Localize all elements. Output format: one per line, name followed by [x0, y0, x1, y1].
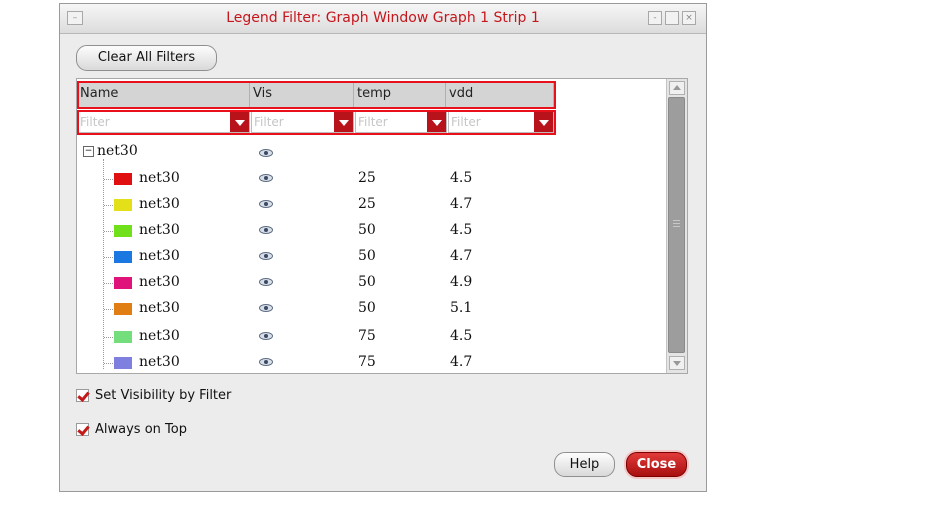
tree-connector [104, 283, 113, 284]
row-vdd: 4.9 [450, 274, 473, 290]
tree-connector [104, 337, 113, 338]
row-vdd: 4.5 [450, 328, 473, 344]
row-name: net30 [139, 300, 180, 316]
scrollbar-thumb[interactable] [668, 97, 685, 353]
visibility-eye-icon[interactable] [259, 332, 273, 340]
table-row[interactable]: net30 50 4.7 [77, 245, 677, 269]
row-name: net30 [139, 222, 180, 238]
visibility-eye-icon[interactable] [259, 358, 273, 366]
tree-root-label: net30 [97, 143, 138, 159]
tree-connector [104, 363, 113, 364]
row-name: net30 [139, 248, 180, 264]
row-name: net30 [139, 328, 180, 344]
row-temp: 25 [358, 170, 376, 186]
legend-table: Name Vis temp vdd Filter Filter Filter F… [76, 78, 688, 374]
grip-line [673, 223, 680, 224]
set-visibility-checkbox[interactable] [76, 389, 89, 402]
color-swatch [114, 331, 132, 343]
table-row[interactable]: net30 50 4.5 [77, 219, 677, 243]
maximize-icon[interactable] [665, 11, 679, 25]
set-visibility-option[interactable]: Set Visibility by Filter [76, 388, 231, 403]
visibility-eye-icon[interactable] [259, 304, 273, 312]
minimize-icon[interactable]: - [648, 11, 662, 25]
row-vdd: 4.5 [450, 170, 473, 186]
color-swatch [114, 303, 132, 315]
color-swatch [114, 251, 132, 263]
header-highlight-box [77, 81, 556, 109]
table-row[interactable]: net30 25 4.5 [77, 167, 677, 191]
window-title: Legend Filter: Graph Window Graph 1 Stri… [226, 10, 540, 26]
tree-connector [104, 231, 113, 232]
row-name: net30 [139, 170, 180, 186]
filter-highlight-box [77, 110, 556, 135]
help-button[interactable]: Help [554, 452, 615, 477]
row-vdd: 4.7 [450, 354, 473, 370]
row-name: net30 [139, 274, 180, 290]
always-on-top-option[interactable]: Always on Top [76, 422, 187, 437]
visibility-eye-icon[interactable] [259, 226, 273, 234]
visibility-eye-icon[interactable] [259, 200, 273, 208]
tree-root[interactable]: − net30 [83, 143, 138, 159]
tree-connector [104, 205, 113, 206]
row-name: net30 [139, 354, 180, 370]
tree-connector [104, 309, 113, 310]
collapse-icon[interactable]: − [83, 146, 94, 157]
grip-line [673, 226, 680, 227]
color-swatch [114, 277, 132, 289]
title-bar[interactable]: – Legend Filter: Graph Window Graph 1 St… [60, 4, 706, 34]
always-on-top-checkbox[interactable] [76, 423, 89, 436]
scroll-up-icon[interactable] [669, 81, 685, 95]
grip-line [673, 220, 680, 221]
legend-filter-dialog: – Legend Filter: Graph Window Graph 1 St… [59, 3, 707, 492]
table-row[interactable]: net30 75 4.5 [77, 325, 677, 349]
visibility-eye-icon[interactable] [259, 252, 273, 260]
clear-all-filters-button[interactable]: Clear All Filters [76, 45, 217, 71]
row-vdd: 5.1 [450, 300, 473, 316]
visibility-eye-icon[interactable] [259, 278, 273, 286]
row-temp: 50 [358, 222, 376, 238]
table-row[interactable]: net30 50 5.1 [77, 297, 677, 321]
color-swatch [114, 199, 132, 211]
color-swatch [114, 225, 132, 237]
row-temp: 75 [358, 328, 376, 344]
tree-connector [104, 179, 113, 180]
table-row[interactable]: net30 50 4.9 [77, 271, 677, 295]
row-temp: 25 [358, 196, 376, 212]
tree-connector [104, 257, 113, 258]
row-temp: 75 [358, 354, 376, 370]
row-name: net30 [139, 196, 180, 212]
close-x-icon[interactable]: × [682, 11, 696, 25]
row-temp: 50 [358, 274, 376, 290]
always-on-top-label: Always on Top [95, 422, 187, 437]
close-button[interactable]: Close [626, 452, 687, 477]
table-row[interactable]: net30 25 4.7 [77, 193, 677, 217]
visibility-eye-icon[interactable] [259, 149, 273, 157]
row-vdd: 4.7 [450, 248, 473, 264]
set-visibility-label: Set Visibility by Filter [95, 388, 232, 403]
visibility-eye-icon[interactable] [259, 174, 273, 182]
table-row[interactable]: net30 75 4.7 [77, 351, 677, 373]
vertical-scrollbar[interactable] [666, 79, 687, 373]
row-temp: 50 [358, 300, 376, 316]
scroll-down-icon[interactable] [669, 356, 685, 370]
row-vdd: 4.7 [450, 196, 473, 212]
row-vdd: 4.5 [450, 222, 473, 238]
row-temp: 50 [358, 248, 376, 264]
color-swatch [114, 357, 132, 369]
color-swatch [114, 173, 132, 185]
